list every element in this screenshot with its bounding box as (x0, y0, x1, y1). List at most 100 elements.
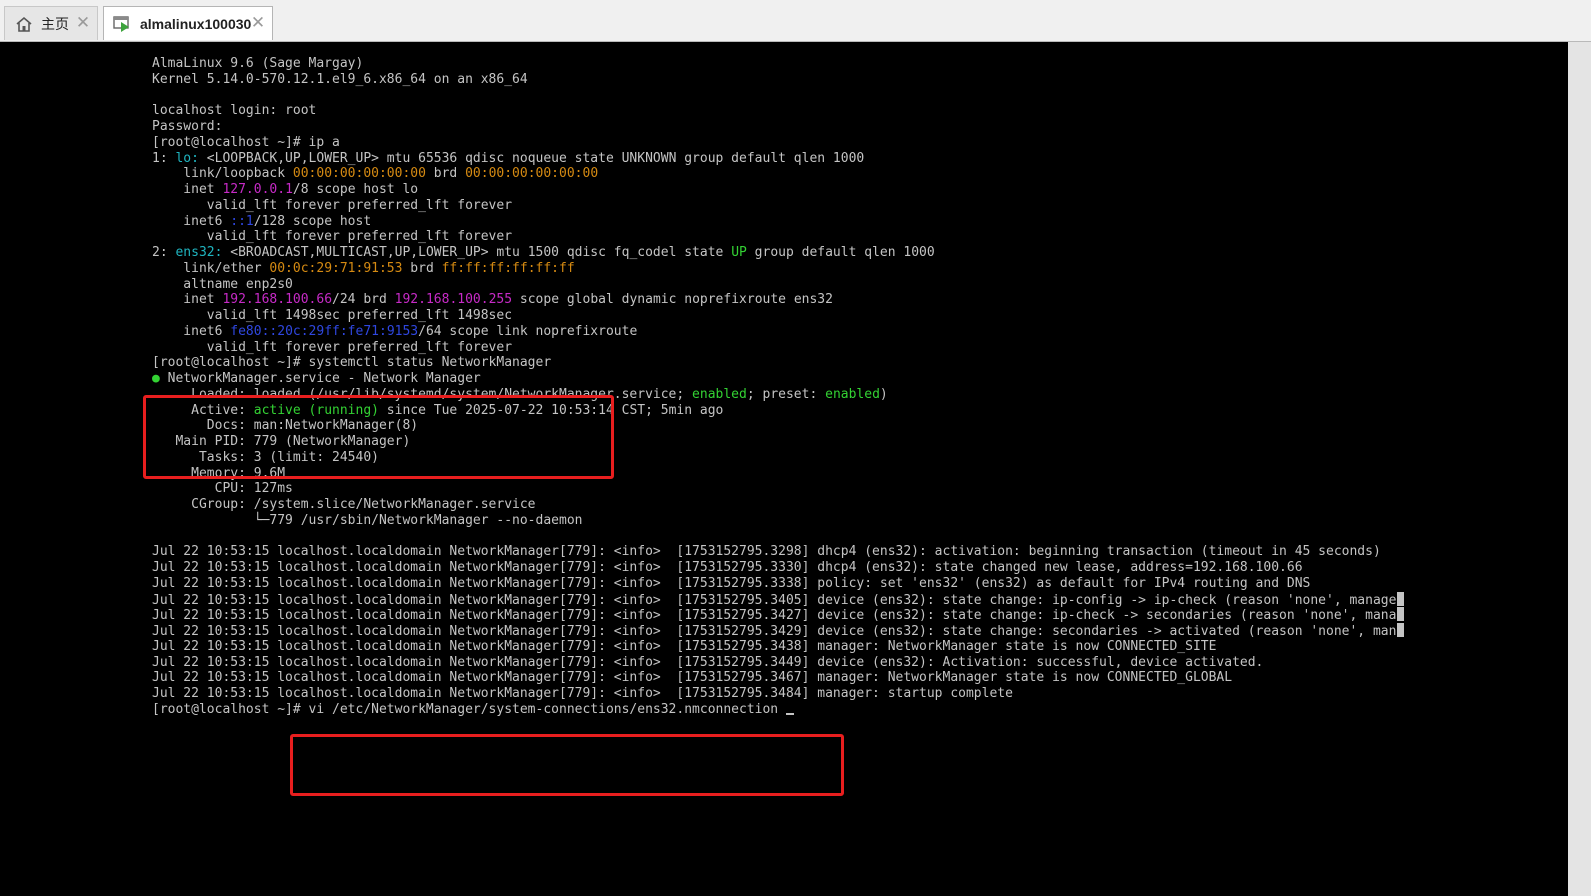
terminal-text: fe80::20c:29ff:fe71:9153 (230, 323, 419, 339)
terminal-text: link/loopback (152, 166, 293, 182)
terminal-line: Jul 22 10:53:15 localhost.localdomain Ne… (152, 607, 1405, 624)
line-continuation-marker (1397, 607, 1405, 622)
terminal-text: <LOOPBACK,UP,LOWER_UP> mtu 65536 qdisc n… (198, 150, 865, 166)
terminal-line: Jul 22 10:53:15 localhost.localdomain Ne… (152, 544, 1404, 560)
terminal-text: Jul 22 10:53:15 localhost.localdomain Ne… (152, 608, 1397, 624)
terminal-line: inet6 ::1/128 scope host (152, 214, 1404, 230)
terminal-text: Jul 22 10:53:15 localhost.localdomain Ne… (152, 575, 1311, 591)
terminal-text: 192.168.100.66 (222, 292, 333, 308)
terminal-line: ● NetworkManager.service - Network Manag… (152, 371, 1404, 387)
terminal-line: 2: ens32: <BROADCAST,MULTICAST,UP,LOWER_… (152, 245, 1404, 261)
terminal-text: /8 scope host lo (292, 182, 419, 197)
vm-icon (112, 15, 134, 33)
terminal-text: Jul 22 10:53:15 localhost.localdomain Ne… (152, 638, 1217, 654)
terminal-text: ; preset: (746, 386, 826, 402)
line-continuation-marker (1397, 591, 1405, 606)
text-cursor (785, 712, 794, 715)
terminal-text: CGroup: /system.slice/NetworkManager.ser… (152, 497, 536, 512)
terminal-line: inet 127.0.0.1/8 scope host lo (152, 182, 1404, 198)
terminal-text: inet6 (152, 323, 231, 339)
terminal-text: brd (425, 166, 466, 182)
terminal-text: 00:00:00:00:00:00 (465, 166, 599, 182)
terminal-text: └─779 /usr/sbin/NetworkManager --no-daem… (152, 512, 583, 528)
terminal-text: /128 scope host (253, 213, 372, 229)
terminal-text: lo: (175, 150, 199, 166)
terminal-text: AlmaLinux 9.6 (Sage Margay) (152, 56, 364, 71)
terminal-line: AlmaLinux 9.6 (Sage Margay) (152, 56, 1404, 72)
tab-bar: 主页 ✕ almalinux100030 ✕ (0, 0, 1591, 42)
terminal-text: inet (152, 292, 223, 308)
terminal-text: CPU: 127ms (152, 481, 293, 497)
terminal-text: NetworkManager.service - Network Manager (159, 371, 481, 386)
terminal-text: Jul 22 10:53:15 localhost.localdomain Ne… (152, 654, 1264, 670)
terminal-text: 1: (152, 150, 176, 166)
terminal-text: enabled (692, 386, 747, 402)
terminal-line: inet 192.168.100.66/24 brd 192.168.100.2… (152, 292, 1404, 308)
terminal-line: Jul 22 10:53:15 localhost.localdomain Ne… (152, 670, 1404, 686)
terminal-line: link/ether 00:0c:29:71:91:53 brd ff:ff:f… (152, 261, 1404, 277)
terminal-text: <BROADCAST,MULTICAST,UP,LOWER_UP> mtu 15… (222, 245, 732, 260)
terminal-line: [root@localhost ~]# systemctl status Net… (152, 355, 1404, 371)
terminal-line: Password: (152, 119, 1404, 135)
terminal-line: valid_lft forever preferred_lft forever (152, 229, 1404, 245)
terminal-line: altname enp2s0 (152, 277, 1404, 293)
terminal-text: Jul 22 10:53:15 localhost.localdomain Ne… (152, 560, 1303, 575)
window-edge (1568, 42, 1591, 896)
terminal-text: 127.0.0.1 (222, 182, 293, 197)
terminal-text: Jul 22 10:53:15 localhost.localdomain Ne… (152, 544, 1381, 560)
terminal-text: enabled (825, 386, 880, 402)
terminal-line: 1: lo: <LOOPBACK,UP,LOWER_UP> mtu 65536 … (152, 151, 1404, 167)
tab-home-close-icon[interactable]: ✕ (75, 14, 91, 32)
terminal-line: CPU: 127ms (152, 481, 1404, 497)
terminal-text: ens32: (175, 245, 223, 260)
tab-home[interactable]: 主页 ✕ (4, 6, 98, 40)
terminal-line: link/loopback 00:00:00:00:00:00 brd 00:0… (152, 166, 1404, 182)
terminal-line: [root@localhost ~]# ip a (152, 135, 1404, 151)
terminal-text: [root@localhost ~]# ip a (152, 134, 340, 150)
terminal-text: Jul 22 10:53:15 localhost.localdomain Ne… (152, 670, 1233, 686)
highlight-box-status (143, 395, 614, 479)
terminal-text: ff:ff:ff:ff:ff:ff (441, 260, 575, 276)
terminal-line: Jul 22 10:53:15 localhost.localdomain Ne… (152, 639, 1404, 655)
terminal-text: Jul 22 10:53:15 localhost.localdomain Ne… (152, 592, 1397, 608)
terminal-line: Jul 22 10:53:15 localhost.localdomain Ne… (152, 686, 1404, 702)
home-icon (13, 15, 35, 33)
tab-vm-label: almalinux100030 (140, 15, 252, 32)
terminal-text: /64 scope link noprefixroute (418, 323, 638, 339)
terminal-text: 2: (152, 245, 176, 260)
terminal-text: valid_lft forever preferred_lft forever (152, 197, 513, 213)
terminal-text: [root@localhost ~]# systemctl status Net… (152, 355, 552, 371)
terminal-line: [root@localhost ~]# vi /etc/NetworkManag… (152, 702, 1404, 718)
terminal-line: Jul 22 10:53:15 localhost.localdomain Ne… (152, 591, 1405, 608)
terminal-text: Kernel 5.14.0-570.12.1.el9_6.x86_64 on a… (152, 71, 528, 87)
terminal-text: valid_lft forever preferred_lft forever (152, 339, 513, 355)
terminal-text: valid_lft 1498sec preferred_lft 1498sec (152, 308, 513, 323)
terminal-text: altname enp2s0 (152, 276, 293, 292)
highlight-box-vi-command (290, 734, 844, 796)
terminal-line: Jul 22 10:53:15 localhost.localdomain Ne… (152, 623, 1405, 639)
terminal-line: Jul 22 10:53:15 localhost.localdomain Ne… (152, 655, 1404, 671)
terminal-text: 00:0c:29:71:91:53 (269, 260, 403, 276)
terminal-text: brd (402, 260, 442, 276)
terminal-line: Jul 22 10:53:15 localhost.localdomain Ne… (152, 560, 1404, 576)
terminal-text: ) (879, 386, 888, 402)
terminal-text: Jul 22 10:53:15 localhost.localdomain Ne… (152, 686, 1013, 701)
terminal-text: inet (152, 182, 223, 197)
terminal-line: CGroup: /system.slice/NetworkManager.ser… (152, 497, 1404, 513)
line-continuation-marker (1397, 623, 1405, 637)
terminal-line: valid_lft forever preferred_lft forever (152, 340, 1404, 356)
terminal-text: ::1 (230, 213, 254, 229)
terminal-text: UP (731, 245, 747, 260)
terminal-line: localhost login: root (152, 103, 1404, 119)
terminal-text: valid_lft forever preferred_lft forever (152, 229, 513, 245)
terminal-text: Jul 22 10:53:15 localhost.localdomain Ne… (152, 624, 1397, 639)
terminal-text: inet6 (152, 213, 231, 229)
terminal-line: valid_lft 1498sec preferred_lft 1498sec (152, 308, 1404, 324)
terminal-text: localhost login: root (152, 103, 317, 119)
tab-vm[interactable]: almalinux100030 ✕ (103, 6, 273, 40)
terminal-text: 00:00:00:00:00:00 (292, 166, 426, 182)
tab-vm-close-icon[interactable]: ✕ (250, 14, 266, 32)
tab-home-label: 主页 (41, 15, 69, 32)
